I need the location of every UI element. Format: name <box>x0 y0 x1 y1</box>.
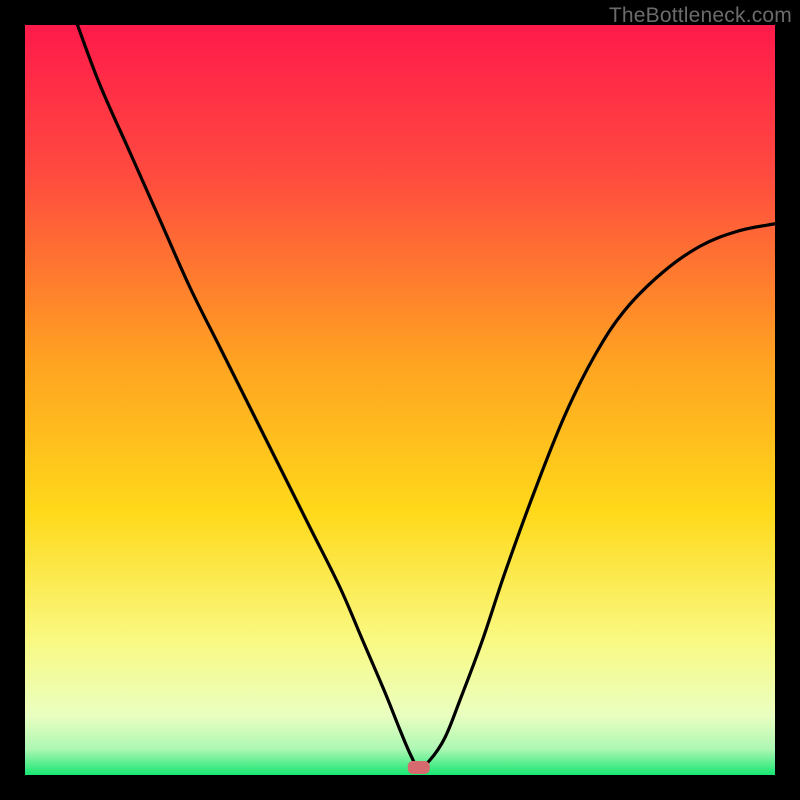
chart-frame <box>25 25 775 775</box>
watermark-text: TheBottleneck.com <box>609 4 792 28</box>
optimum-marker <box>408 761 430 774</box>
gradient-background <box>25 25 775 775</box>
bottleneck-chart <box>25 25 775 775</box>
